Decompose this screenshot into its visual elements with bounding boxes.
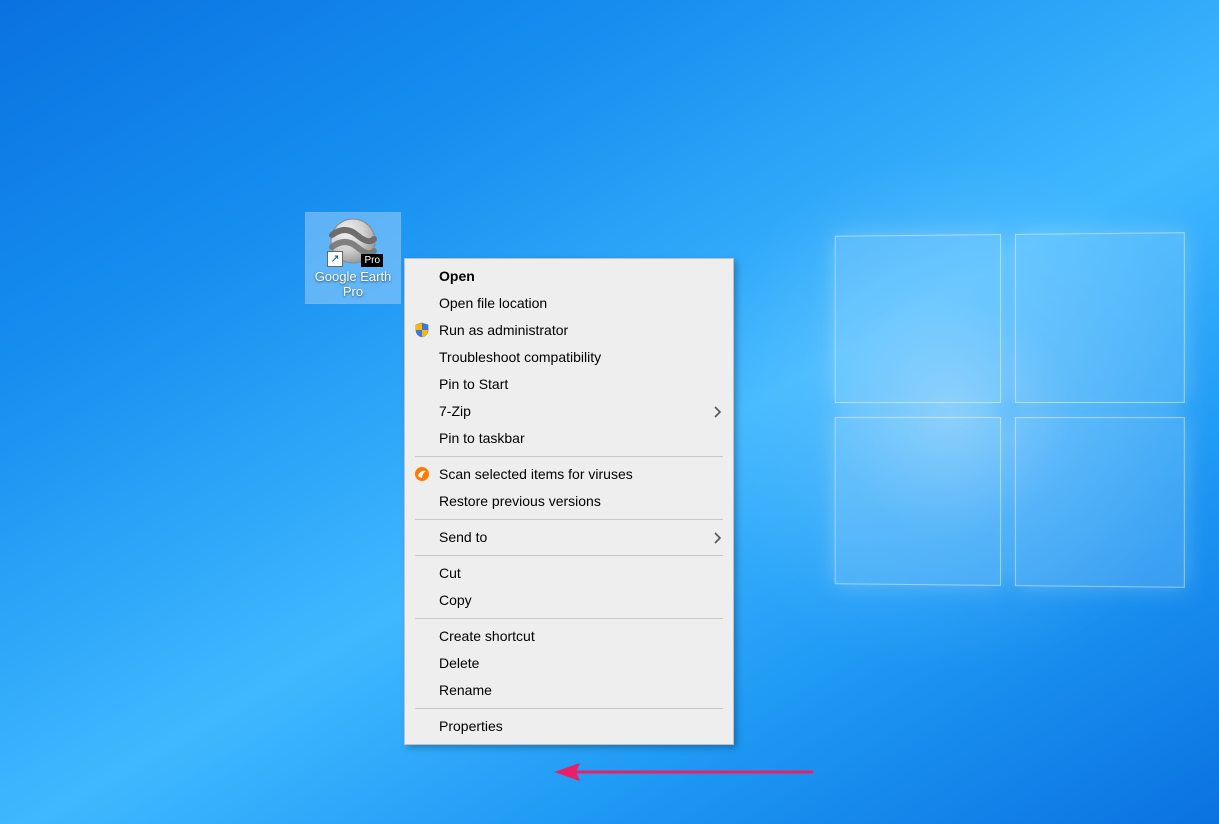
menu-separator	[415, 708, 723, 709]
menu-separator	[415, 456, 723, 457]
menu-item-label: Pin to Start	[439, 376, 508, 392]
menu-separator	[415, 555, 723, 556]
google-earth-pro-icon: ↗ Pro	[329, 217, 377, 265]
menu-separator	[415, 618, 723, 619]
menu-item-label: Create shortcut	[439, 628, 535, 644]
shield-uac-icon	[413, 321, 431, 339]
menu-item-label: Restore previous versions	[439, 493, 601, 509]
menu-item-copy[interactable]: Copy	[405, 587, 733, 614]
menu-item-label: Copy	[439, 592, 472, 608]
menu-separator	[415, 519, 723, 520]
menu-item-7zip[interactable]: 7-Zip	[405, 398, 733, 425]
menu-item-cut[interactable]: Cut	[405, 560, 733, 587]
menu-item-properties[interactable]: Properties	[405, 713, 733, 740]
menu-item-label: Scan selected items for viruses	[439, 466, 633, 482]
menu-item-pin-to-start[interactable]: Pin to Start	[405, 371, 733, 398]
shortcut-label: Google Earth Pro	[306, 269, 400, 299]
chevron-right-icon	[713, 524, 723, 551]
menu-item-rename[interactable]: Rename	[405, 677, 733, 704]
menu-item-delete[interactable]: Delete	[405, 650, 733, 677]
menu-item-label: 7-Zip	[439, 403, 471, 419]
context-menu: Open Open file location Run as administr…	[404, 258, 734, 745]
menu-item-label: Open	[439, 268, 475, 284]
avast-icon	[413, 465, 431, 483]
menu-item-scan-for-viruses[interactable]: Scan selected items for viruses	[405, 461, 733, 488]
menu-item-label: Open file location	[439, 295, 547, 311]
menu-item-label: Pin to taskbar	[439, 430, 525, 446]
pro-badge: Pro	[361, 254, 383, 267]
menu-item-send-to[interactable]: Send to	[405, 524, 733, 551]
menu-item-restore-previous-versions[interactable]: Restore previous versions	[405, 488, 733, 515]
menu-item-run-as-administrator[interactable]: Run as administrator	[405, 317, 733, 344]
menu-item-label: Delete	[439, 655, 479, 671]
desktop[interactable]: ↗ Pro Google Earth Pro Open Open file lo…	[0, 0, 1219, 824]
menu-item-label: Cut	[439, 565, 461, 581]
chevron-right-icon	[713, 398, 723, 425]
menu-item-label: Troubleshoot compatibility	[439, 349, 601, 365]
menu-item-pin-to-taskbar[interactable]: Pin to taskbar	[405, 425, 733, 452]
menu-item-troubleshoot-compatibility[interactable]: Troubleshoot compatibility	[405, 344, 733, 371]
shortcut-overlay-icon: ↗	[327, 251, 343, 267]
windows-logo-icon	[835, 232, 1185, 588]
menu-item-open[interactable]: Open	[405, 263, 733, 290]
menu-item-create-shortcut[interactable]: Create shortcut	[405, 623, 733, 650]
menu-item-open-file-location[interactable]: Open file location	[405, 290, 733, 317]
desktop-shortcut-google-earth-pro[interactable]: ↗ Pro Google Earth Pro	[306, 213, 400, 303]
menu-item-label: Send to	[439, 529, 487, 545]
menu-item-label: Run as administrator	[439, 322, 568, 338]
annotation-arrow	[554, 760, 814, 784]
menu-item-label: Rename	[439, 682, 492, 698]
menu-item-label: Properties	[439, 718, 503, 734]
